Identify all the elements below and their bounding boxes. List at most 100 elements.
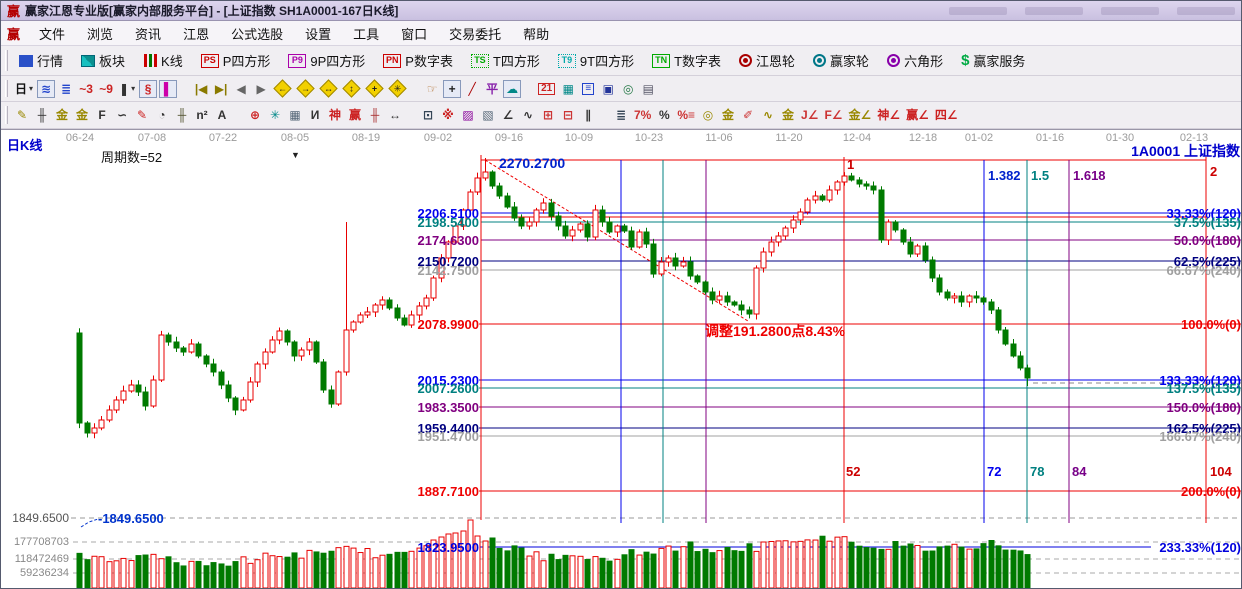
menu-item-news[interactable]: 资讯 (124, 22, 172, 45)
last-page-button[interactable]: ▶| (212, 80, 230, 98)
gold-ruler-1-button[interactable]: 金 (53, 106, 71, 124)
avg-channel-button[interactable]: ∿ (759, 106, 777, 124)
toolbar-grip[interactable] (5, 50, 8, 70)
next-page-button[interactable]: ▶ (252, 80, 270, 98)
shen-angle-button[interactable]: 神∠ (875, 106, 902, 124)
quotes-button[interactable]: 行情 (13, 48, 69, 73)
expand-vertical-button[interactable]: ↕ (341, 80, 362, 98)
9p-square-button[interactable]: P99P四方形 (282, 48, 371, 73)
zigzag-line-button[interactable]: ∿ (519, 106, 537, 124)
time-comb-button[interactable]: ╫ (173, 106, 191, 124)
si-angle-button[interactable]: 四∠ (933, 106, 960, 124)
menu-item-trade-entrust[interactable]: 交易委托 (438, 22, 512, 45)
menu-item-gann[interactable]: 江恩 (172, 22, 220, 45)
box-fan-button[interactable]: ▨ (459, 106, 477, 124)
menu-item-window[interactable]: 窗口 (390, 22, 438, 45)
f-angle-button[interactable]: F∠ (822, 106, 844, 124)
winner-service-button[interactable]: $赢家服务 (955, 48, 1031, 73)
smart-analysis-button[interactable]: ☁ (503, 80, 521, 98)
hexagon-button[interactable]: 六角形 (881, 48, 949, 73)
wave-9-button[interactable]: ~9 (97, 80, 115, 98)
gold-ruler-2-button[interactable]: 金 (73, 106, 91, 124)
kline-button[interactable]: K线 (137, 48, 189, 73)
menu-item-help[interactable]: 帮助 (512, 22, 560, 45)
seven-percent-button[interactable]: 7% (632, 106, 653, 124)
red-grid-1-button[interactable]: ⊞ (539, 106, 557, 124)
angle-line-button[interactable]: ∠ (499, 106, 517, 124)
color-histogram-button[interactable]: ▌ (159, 80, 177, 98)
menu-item-formula-stock-pick[interactable]: 公式选股 (220, 22, 294, 45)
gold-line-button[interactable]: 金 (719, 106, 737, 124)
zoom-in-button[interactable]: + (364, 80, 385, 98)
gold-avg-button[interactable]: 金 (779, 106, 797, 124)
shen-tool-button[interactable]: 神 (326, 106, 344, 124)
timeshare-chart-button[interactable]: ≋ (37, 80, 55, 98)
gann-star-button[interactable]: ✳ (266, 106, 284, 124)
toolbar-grip[interactable] (5, 106, 8, 124)
refresh-data-button[interactable]: ◎ (619, 80, 637, 98)
percent-button[interactable]: % (655, 106, 673, 124)
wave-3-button[interactable]: ~3 (77, 80, 95, 98)
pan-left-button[interactable]: ← (272, 80, 293, 98)
menu-item-settings[interactable]: 设置 (294, 22, 342, 45)
menu-item-browse[interactable]: 浏览 (76, 22, 124, 45)
parallel-lines-button[interactable]: ∥ (579, 106, 597, 124)
zoom-out-button[interactable]: ✳ (387, 80, 408, 98)
ying-angle-button[interactable]: 赢∠ (904, 106, 931, 124)
prev-page-button[interactable]: ◀ (232, 80, 250, 98)
flag-tool-button[interactable]: 平 (483, 80, 501, 98)
n-square-button[interactable]: n² (193, 106, 211, 124)
t-square-button[interactable]: TST四方形 (465, 48, 546, 73)
menu-item-file[interactable]: 文件 (28, 22, 76, 45)
arc-ruler-button[interactable]: ∽ (113, 106, 131, 124)
frame-tool-button[interactable]: ⊡ (419, 106, 437, 124)
save-button[interactable]: ▣ (599, 80, 617, 98)
toolbar-grip[interactable] (5, 80, 8, 98)
expand-horizontal-button[interactable]: ↔ (318, 80, 339, 98)
p-number-table-button[interactable]: PNP数字表 (377, 48, 459, 73)
span-arrow-button[interactable]: ↔ (386, 106, 404, 124)
red-pen-tool-button[interactable]: ✎ (133, 106, 151, 124)
kline-chart-canvas[interactable] (1, 130, 1242, 589)
menu-item-tools[interactable]: 工具 (342, 22, 390, 45)
percent-lines-button[interactable]: %≡ (675, 106, 697, 124)
p-square-button[interactable]: PSP四方形 (195, 48, 277, 73)
wave-mark-button[interactable]: И (306, 106, 324, 124)
info-panel-button[interactable]: ≣ (57, 80, 75, 98)
winner-wheel-button[interactable]: 赢家轮 (807, 48, 875, 73)
price-comb-button[interactable]: ╫ (33, 106, 51, 124)
gann-circle-button[interactable]: ⊕ (246, 106, 264, 124)
notes-button[interactable]: ≡ (579, 80, 597, 98)
9t-square-button[interactable]: T99T四方形 (552, 48, 640, 73)
candle-style-button[interactable]: ❚▾ (117, 80, 137, 98)
angle-mirror-button[interactable]: A (213, 106, 231, 124)
first-page-button[interactable]: |◀ (192, 80, 210, 98)
calendar-button[interactable]: 21 (536, 80, 557, 98)
gann-grid-button[interactable]: ▦ (286, 106, 304, 124)
brush-tool-button[interactable]: ✐ (739, 106, 757, 124)
fan-lines-button[interactable]: ※ (439, 106, 457, 124)
kline-chart-area[interactable]: 日K线 周期数=52 ▼ 1A0001 上证指数 06-2407-0807-22… (1, 129, 1242, 588)
stats-panel-button[interactable]: ≣ (612, 106, 630, 124)
chart-dropdown-caret-icon[interactable]: ▼ (291, 150, 300, 160)
f-ruler-button[interactable]: F (93, 106, 111, 124)
crosshair-button[interactable]: + (443, 80, 461, 98)
j-angle-button[interactable]: J∠ (799, 106, 820, 124)
period-day-button[interactable]: 日▾ (13, 80, 35, 98)
ying-tool-button[interactable]: 赢 (346, 106, 364, 124)
sectors-button[interactable]: 板块 (75, 48, 131, 73)
pan-right-button[interactable]: → (295, 80, 316, 98)
gold-angle-button[interactable]: 金∠ (847, 106, 874, 124)
chip-distribution-button[interactable]: § (139, 80, 157, 98)
red-grid-2-button[interactable]: ⊟ (559, 106, 577, 124)
count-comb-button[interactable]: ╫ (366, 106, 384, 124)
drag-hand-button[interactable]: ☞ (423, 80, 441, 98)
gold-circle-button[interactable]: ◎ (699, 106, 717, 124)
time-clock-button[interactable]: ◔ (153, 106, 171, 124)
shaded-box-button[interactable]: ▧ (479, 106, 497, 124)
trendline-tool-button[interactable]: ╱ (463, 80, 481, 98)
pen-tool-button[interactable]: ✎ (13, 106, 31, 124)
t-number-table-button[interactable]: TNT数字表 (646, 48, 727, 73)
remote-service-button[interactable]: ▤ (639, 80, 657, 98)
gann-wheel-button[interactable]: 江恩轮 (733, 48, 801, 73)
